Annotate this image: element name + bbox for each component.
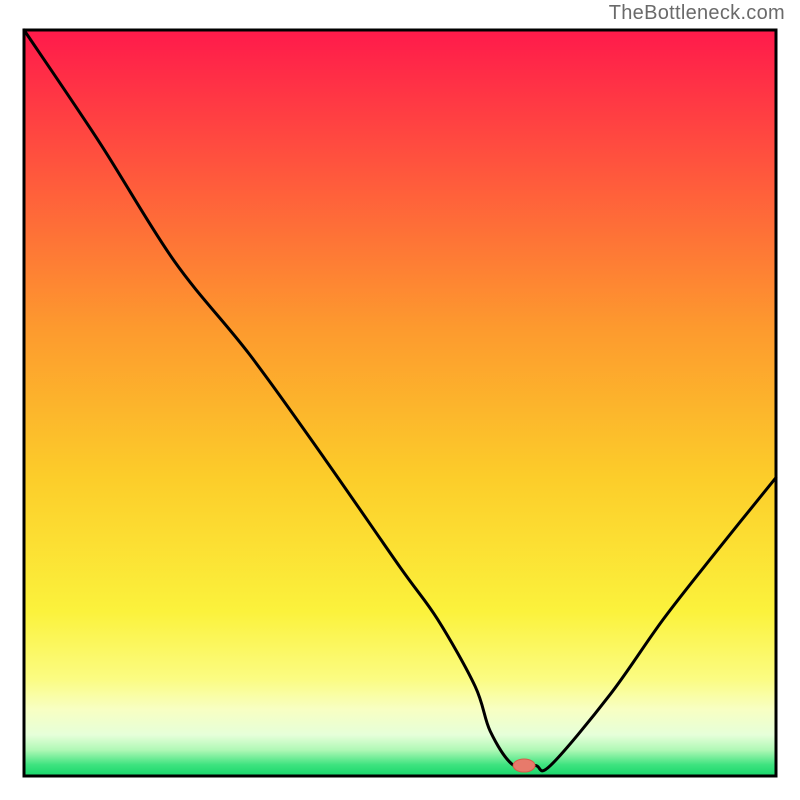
- bottleneck-chart: [16, 24, 784, 784]
- watermark-label: TheBottleneck.com: [609, 2, 785, 25]
- highlight-marker: [513, 759, 535, 772]
- chart-background: [24, 30, 776, 776]
- chart-container: [16, 24, 784, 784]
